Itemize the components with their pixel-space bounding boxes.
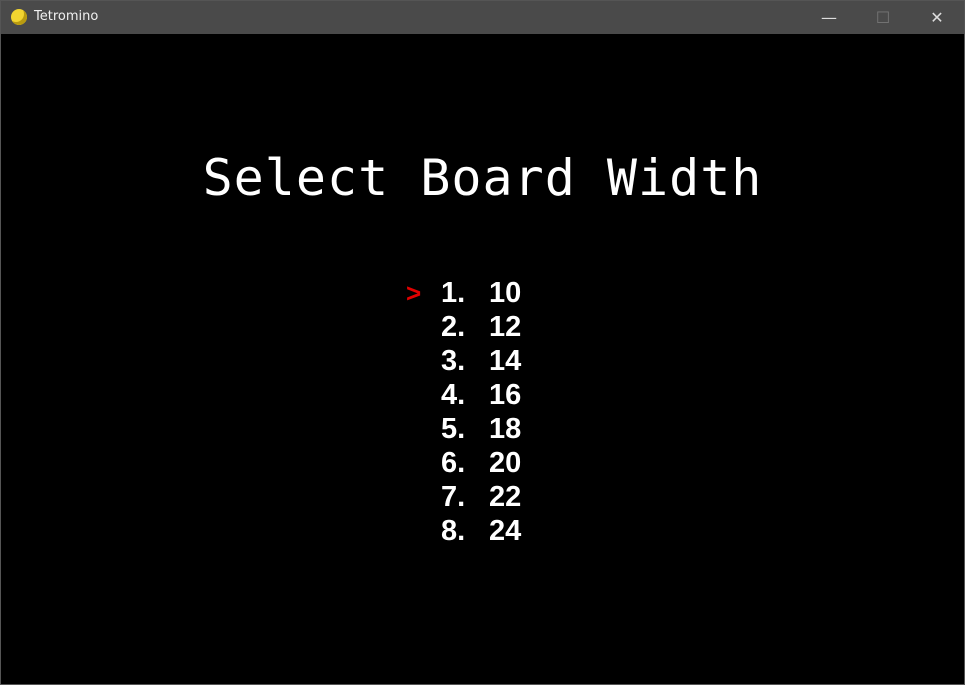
minimize-button[interactable]: — <box>806 1 852 34</box>
option-value: 18 <box>489 413 522 445</box>
app-window: Tetromino — ☐ ✕ Select Board Width >1. 10… <box>0 0 965 685</box>
option-value: 12 <box>489 311 522 343</box>
option-number: 2. <box>441 311 466 343</box>
page-title: Select Board Width <box>202 149 763 207</box>
option-value: 10 <box>489 277 522 309</box>
selection-cursor: > <box>406 278 422 308</box>
option-number: 1. <box>441 277 466 309</box>
option-number: 4. <box>441 379 466 411</box>
option-value: 24 <box>489 515 522 547</box>
option-number: 8. <box>441 515 466 547</box>
option-value: 14 <box>489 345 522 377</box>
window-title: Tetromino <box>34 9 99 24</box>
option-value: 20 <box>489 447 522 479</box>
option-value: 22 <box>489 481 522 513</box>
option-number: 5. <box>441 413 466 445</box>
title-bar[interactable]: Tetromino — ☐ ✕ <box>1 1 964 34</box>
maximize-button[interactable]: ☐ <box>860 1 906 34</box>
option-value: 16 <box>489 379 522 411</box>
pygame-snake-icon <box>11 9 27 25</box>
option-number: 7. <box>441 481 466 513</box>
option-number: 3. <box>441 345 466 377</box>
option-number: 6. <box>441 447 466 479</box>
close-button[interactable]: ✕ <box>914 1 960 34</box>
